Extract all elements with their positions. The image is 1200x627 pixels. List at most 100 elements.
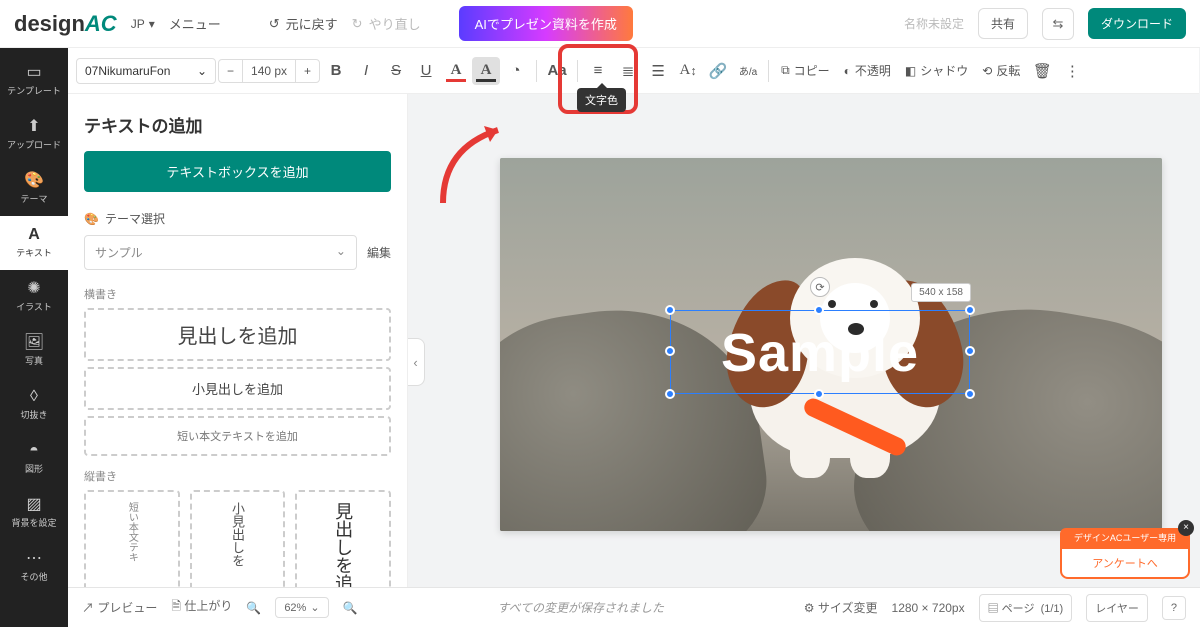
theme-select[interactable]: サンプル⌄ [84,235,357,270]
increase-button[interactable]: + [296,60,319,82]
chevron-down-icon: ⌄ [197,64,207,78]
rail-background[interactable]: ▨背景を設定 [0,486,68,540]
rotate-handle[interactable]: ⟳ [810,277,830,297]
rail-crop[interactable]: ◊切抜き [0,378,68,432]
shapes-icon: ◓ [29,443,39,459]
kebab-icon: ⋮ [1065,62,1080,80]
resize-handle[interactable] [965,346,975,356]
resize-handle[interactable] [814,305,824,315]
share-icon: ⇆ [1053,16,1064,32]
theme-section-label: 🎨テーマ選択 [84,210,391,227]
resize-handle[interactable] [665,346,675,356]
undo-button[interactable]: ↺元に戻す [269,14,338,33]
panel-title: テキストの追加 [84,112,391,137]
text-transform-button[interactable]: Aa [543,57,571,85]
text-selection-box[interactable]: ⟳ 540 x 158 Sample [670,310,970,394]
add-textbox-button[interactable]: テキストボックスを追加 [84,151,391,192]
survey-popup: × デザインACユーザー専用 アンケートへ [1060,528,1190,579]
opacity-button[interactable]: ◐不透明 [838,57,897,85]
sparkle-icon: ✺ [27,281,40,297]
align-vertical-button[interactable]: ≣ [614,57,642,85]
canvas-size: 1280 × 720px [892,601,965,615]
redo-button[interactable]: ↻やり直し [352,14,421,33]
dots-icon: ⋯ [26,551,42,567]
theme-edit-link[interactable]: 編集 [367,244,391,261]
rail-other[interactable]: ⋯その他 [0,540,68,594]
rail-template[interactable]: ▭テンプレート [0,54,68,108]
resize-handle[interactable] [665,389,675,399]
crop-icon: ◊ [30,389,38,405]
strikethrough-button[interactable]: S [382,57,410,85]
font-size-stepper[interactable]: − 140 px + [218,59,320,83]
zoom-select[interactable]: 62% ⌄ [275,597,328,618]
decrease-button[interactable]: − [219,60,242,82]
delete-button[interactable]: 🗑 [1028,57,1056,85]
dimension-badge: 540 x 158 [911,283,971,302]
preview-button[interactable]: ↗ プレビュー [82,599,157,616]
align-left-button[interactable]: ≡ [584,57,612,85]
share-button[interactable]: 共有 [978,8,1028,39]
text-icon: A [28,227,40,243]
text-outline-color-button[interactable]: A [442,57,470,85]
panel-collapse-handle[interactable]: ‹ [408,338,425,386]
rail-photo[interactable]: 🖼写真 [0,324,68,378]
rail-illust[interactable]: ✺イラスト [0,270,68,324]
finish-button[interactable]: 🗎 仕上がり [171,597,232,618]
trash-icon: 🗑 [1033,62,1052,80]
more-button[interactable]: ⋮ [1058,57,1086,85]
flip-button[interactable]: ⟲反転 [976,57,1026,85]
resize-handle[interactable] [814,389,824,399]
title-input[interactable]: 名称未設定 [904,15,964,32]
layer-button[interactable]: レイヤー [1086,594,1148,622]
text-color-button[interactable]: A [472,57,500,85]
download-button[interactable]: ダウンロード [1088,8,1186,39]
spacing-button[interactable]: あ/a [734,57,762,85]
survey-button[interactable]: アンケートへ [1060,547,1190,579]
zoom-in-button[interactable]: 🔍 [343,601,358,615]
copy-icon: ⧉ [781,63,790,78]
language-selector[interactable]: JP ▾ [131,17,155,31]
add-body-button[interactable]: 短い本文テキストを追加 [84,416,391,456]
survey-header: デザインACユーザー専用 [1060,528,1190,547]
share-link-button[interactable]: ⇆ [1042,8,1074,40]
chevron-down-icon: ⌄ [336,244,346,261]
rail-upload[interactable]: ⬆アップロード [0,108,68,162]
zoom-out-button[interactable]: 🔍 [246,601,261,615]
ai-presentation-button[interactable]: AIでプレゼン資料を作成 [459,6,633,41]
resize-button[interactable]: ⚙ サイズ変更 [804,599,878,616]
underline-button[interactable]: U [412,57,440,85]
rail-theme[interactable]: 🎨テーマ [0,162,68,216]
sample-photo[interactable]: ⟳ 540 x 158 Sample [500,158,1162,531]
copy-button[interactable]: ⧉コピー [775,57,836,85]
add-subheading-button[interactable]: 小見出しを追加 [84,367,391,410]
page-button[interactable]: ▤ ページ (1/1) [979,594,1073,622]
menu-button[interactable]: メニュー [169,14,221,33]
sample-text[interactable]: Sample [671,311,969,395]
font-size-aa-button[interactable]: A↕ [674,57,702,85]
resize-handle[interactable] [965,389,975,399]
survey-close-button[interactable]: × [1178,520,1194,536]
template-icon: ▭ [26,65,41,81]
add-heading-button[interactable]: 見出しを追加 [84,308,391,361]
link-button[interactable]: 🔗 [704,57,732,85]
hatch-icon: ▨ [26,497,41,513]
bold-button[interactable]: B [322,57,350,85]
rail-text[interactable]: Aテキスト [0,216,68,270]
text-toolbar: 07NikumaruFon⌄ − 140 px + B I S U A A ◔ … [68,48,1199,94]
list-button[interactable]: ☰ [644,57,672,85]
shadow-button[interactable]: ◧シャドウ [899,57,974,85]
rail-shape[interactable]: ◓図形 [0,432,68,486]
italic-button[interactable]: I [352,57,380,85]
font-size-value[interactable]: 140 px [242,60,296,82]
fill-button[interactable]: ◔ [502,57,530,85]
resize-handle[interactable] [665,305,675,315]
font-selector[interactable]: 07NikumaruFon⌄ [76,58,216,84]
design-canvas[interactable]: ⟳ 540 x 158 Sample [500,158,1162,531]
logo[interactable]: designAC [14,11,117,37]
save-status: すべての変更が保存されました [372,599,790,616]
help-button[interactable]: ? [1162,596,1186,620]
horizontal-label: 横書き [84,286,391,302]
resize-handle[interactable] [965,305,975,315]
opacity-icon: ◐ [844,64,851,78]
chevron-down-icon: ▾ [149,17,155,31]
